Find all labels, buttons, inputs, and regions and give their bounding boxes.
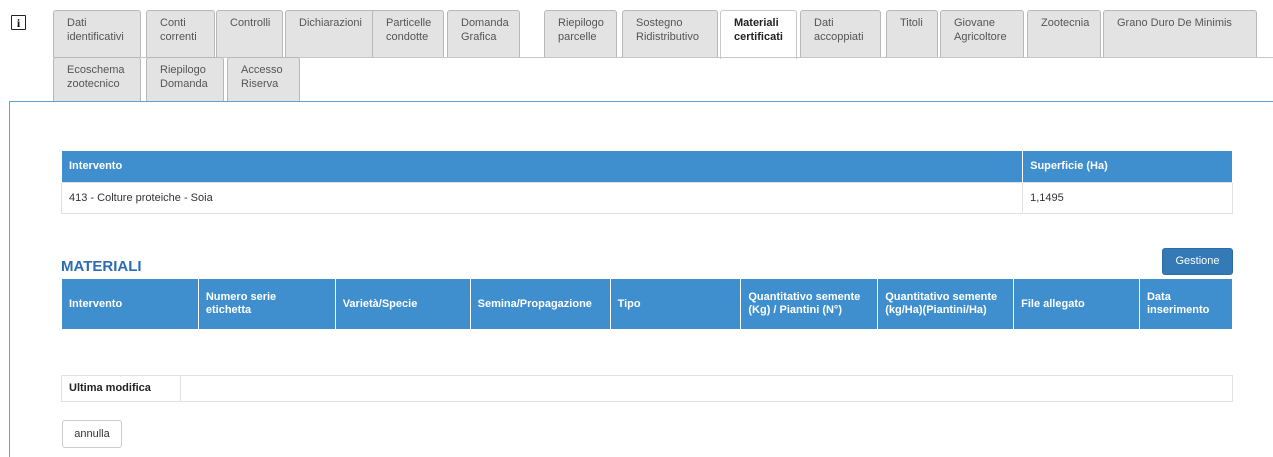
tab-materiali-certificati[interactable]: Materiali certificati — [720, 10, 797, 59]
tab-ecoschema-zootecnico[interactable]: Ecoschema zootecnico — [53, 57, 141, 101]
tab-domanda-grafica[interactable]: Domanda Grafica — [447, 10, 520, 58]
intervento-table: Intervento Superficie (Ha) 413 - Colture… — [60, 151, 1233, 214]
header-intervento: Intervento — [60, 151, 1024, 182]
tab-dati-accoppiati[interactable]: Dati accoppiati — [800, 10, 881, 58]
tab-controlli[interactable]: Controlli — [216, 10, 283, 58]
header-numero-serie: Numero serie etichetta — [197, 279, 336, 329]
tab-sostegno-ridistributivo[interactable]: Sostegno Ridistributivo — [622, 10, 718, 58]
tab-titoli[interactable]: Titoli — [886, 10, 938, 58]
header-data-inserimento: Data inserimento — [1138, 279, 1234, 329]
tab-dati-identificativi[interactable]: Dati identificativi — [53, 10, 141, 58]
tab-particelle-condotte[interactable]: Particelle condotte — [372, 10, 444, 58]
info-icon[interactable]: i — [11, 15, 26, 30]
table-header-row: Intervento Superficie (Ha) — [60, 151, 1233, 182]
header-semina-propagazione: Semina/Propagazione — [469, 279, 611, 329]
header-quantitativo-ha: Quantitativo semente (kg/Ha)(Piantini/Ha… — [877, 279, 1015, 329]
tab-conti-correnti[interactable]: Conti correnti — [146, 10, 215, 58]
header-superficie: Superficie (Ha) — [1022, 151, 1233, 182]
ultima-modifica-value — [181, 376, 1232, 401]
tab-accesso-riserva[interactable]: Accesso Riserva — [227, 57, 300, 101]
tab-zootecnia[interactable]: Zootecnia — [1027, 10, 1101, 58]
header-file-allegato: File allegato — [1013, 279, 1140, 329]
table-header-row: Intervento Numero serie etichetta Variet… — [61, 279, 1234, 329]
header-varieta-specie: Varietà/Specie — [334, 279, 471, 329]
tab-giovane-agricoltore[interactable]: Giovane Agricoltore — [940, 10, 1024, 58]
ultima-modifica-box: Ultima modifica — [61, 375, 1233, 402]
tab-riepilogo-domanda[interactable]: Riepilogo Domanda — [146, 57, 224, 101]
header-quantitativo-kg: Quantitativo semente (Kg) / Piantini (N°… — [740, 279, 879, 329]
header-intervento: Intervento — [61, 279, 199, 329]
materiali-title: MATERIALI — [61, 258, 142, 275]
annulla-button[interactable]: annulla — [62, 420, 122, 448]
cell-intervento: 413 - Colture proteiche - Soia — [60, 181, 1024, 214]
cell-superficie: 1,1495 — [1022, 181, 1233, 214]
ultima-modifica-label: Ultima modifica — [62, 376, 181, 401]
tab-grano-duro-de-minimis[interactable]: Grano Duro De Minimis — [1103, 10, 1257, 58]
materiali-table: Intervento Numero serie etichetta Variet… — [61, 279, 1234, 329]
gestione-button[interactable]: Gestione — [1162, 248, 1233, 275]
table-row: 413 - Colture proteiche - Soia 1,1495 — [60, 181, 1233, 214]
header-tipo: Tipo — [609, 279, 742, 329]
tab-dichiarazioni[interactable]: Dichiarazioni — [285, 10, 377, 58]
tab-riepilogo-parcelle[interactable]: Riepilogo parcelle — [544, 10, 617, 58]
